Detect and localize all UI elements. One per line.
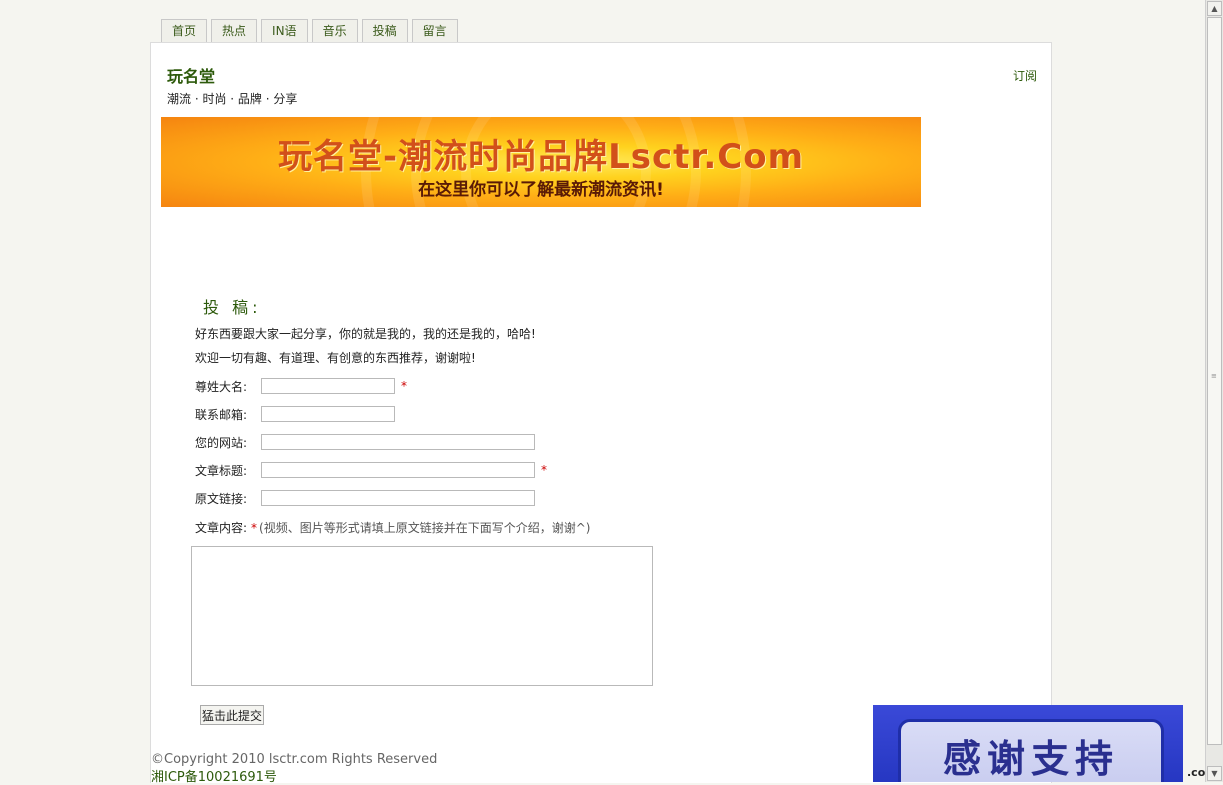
email-row: 联系邮箱: xyxy=(195,404,395,424)
name-label: 尊姓大名: xyxy=(195,379,248,394)
article-title-row: 文章标题: * xyxy=(195,460,547,480)
required-mark: * xyxy=(401,379,407,393)
nav-tab-submit[interactable]: 投稿 xyxy=(361,19,408,42)
banner-title: 玩名堂-潮流时尚品牌Lsctr.Com xyxy=(278,137,804,177)
banner-image[interactable]: 玩名堂-潮流时尚品牌Lsctr.Com 在这里你可以了解最新潮流资讯! xyxy=(161,117,921,207)
vertical-scrollbar[interactable]: ▲ ≡ ▼ xyxy=(1205,0,1223,782)
required-mark: * xyxy=(541,463,547,477)
website-label: 您的网站: xyxy=(195,435,248,450)
thanks-ad[interactable]: 感谢支持 xyxy=(873,705,1183,782)
scroll-down-icon[interactable]: ▼ xyxy=(1207,766,1222,781)
nav-tab-guestbook[interactable]: 留言 xyxy=(411,19,458,42)
site-tagline: 潮流 · 时尚 · 品牌 · 分享 xyxy=(167,92,298,106)
website-row: 您的网站: xyxy=(195,432,535,452)
email-label: 联系邮箱: xyxy=(195,407,248,422)
main-panel: 玩名堂 潮流 · 时尚 · 品牌 · 分享 订阅 玩名堂-潮流时尚品牌Lsctr… xyxy=(150,42,1052,783)
name-row: 尊姓大名: * xyxy=(195,376,407,396)
nav-tab-home[interactable]: 首页 xyxy=(161,19,208,42)
nav-tab-hot[interactable]: 热点 xyxy=(211,19,258,42)
content-textarea[interactable] xyxy=(191,546,653,686)
email-input[interactable] xyxy=(261,406,395,422)
nav-tab-in-words[interactable]: IN语 xyxy=(261,19,308,42)
thanks-ad-panel: 感谢支持 xyxy=(898,719,1164,782)
source-link-input[interactable] xyxy=(261,490,535,506)
thanks-ad-text: 感谢支持 xyxy=(942,737,1119,781)
site-title[interactable]: 玩名堂 xyxy=(167,63,215,87)
nav-tab-music[interactable]: 音乐 xyxy=(311,19,358,42)
subscribe-link[interactable]: 订阅 xyxy=(1013,67,1037,84)
content-note: (视频、图片等形式请填上原文链接并在下面写个介绍，谢谢^) xyxy=(259,521,591,535)
submit-button[interactable]: 猛击此提交 xyxy=(200,705,265,725)
required-mark: * xyxy=(251,521,258,535)
copyright-text: ©Copyright 2010 lsctr.com Rights Reserve… xyxy=(151,752,438,767)
content-label: 文章内容: xyxy=(195,521,248,535)
form-intro-2: 欢迎一切有趣、有道理、有创意的东西推荐，谢谢啦! xyxy=(195,351,476,365)
scroll-thumb[interactable]: ≡ xyxy=(1207,17,1222,745)
website-input[interactable] xyxy=(261,434,535,450)
name-input[interactable] xyxy=(261,378,395,394)
top-nav: 首页 热点 IN语 音乐 投稿 留言 xyxy=(161,19,462,43)
grip-icon: ≡ xyxy=(1211,372,1217,380)
source-link-label: 原文链接: xyxy=(195,491,248,506)
content-label-row: 文章内容: * (视频、图片等形式请填上原文链接并在下面写个介绍，谢谢^) xyxy=(195,519,590,536)
source-link-row: 原文链接: xyxy=(195,488,535,508)
article-title-input[interactable] xyxy=(261,462,535,478)
scroll-up-icon[interactable]: ▲ xyxy=(1207,1,1222,16)
article-title-label: 文章标题: xyxy=(195,463,248,478)
icp-link[interactable]: 湘ICP备10021691号 xyxy=(151,766,277,785)
banner-subtitle: 在这里你可以了解最新潮流资讯! xyxy=(418,180,664,200)
form-intro-1: 好东西要跟大家一起分享，你的就是我的，我的还是我的，哈哈! xyxy=(195,327,536,341)
form-heading: 投 稿: xyxy=(203,298,262,317)
